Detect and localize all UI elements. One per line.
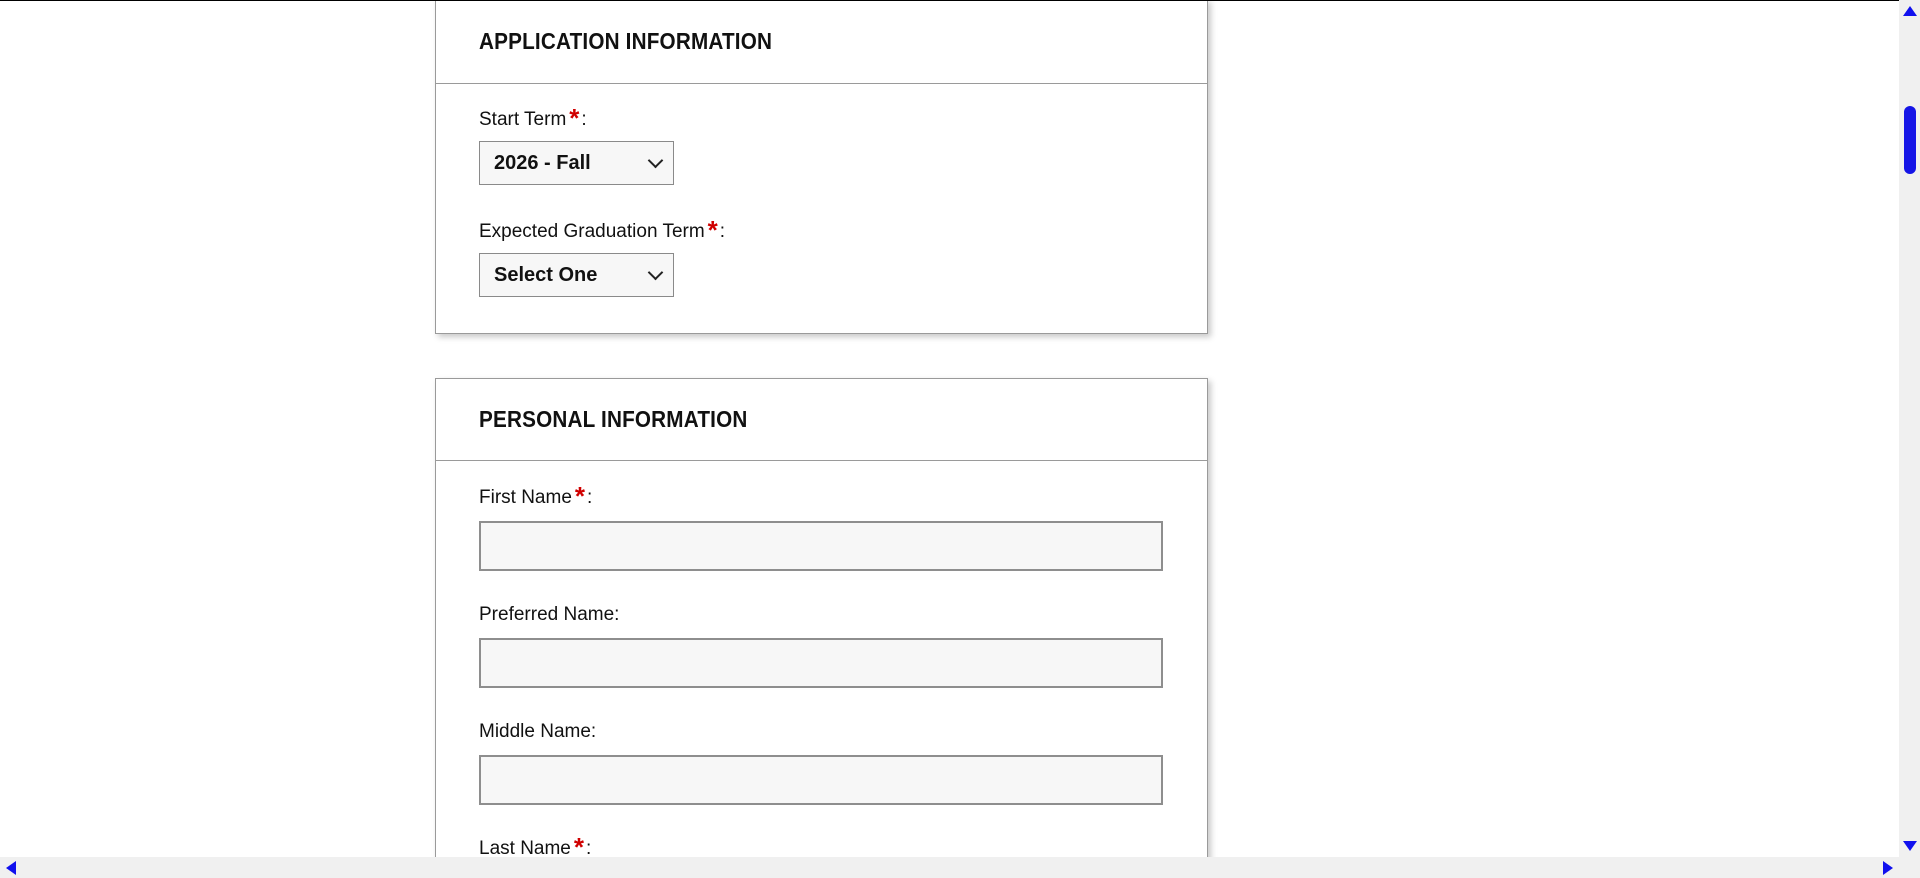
chevron-down-icon <box>647 152 664 169</box>
chevron-down-icon <box>647 264 664 281</box>
horizontal-scrollbar[interactable] <box>0 857 1920 878</box>
start-term-field: Start Term *: 2026 - Fall <box>479 105 674 185</box>
arrow-left-icon[interactable] <box>6 861 16 875</box>
application-information-title: APPLICATION INFORMATION <box>479 28 773 54</box>
required-asterisk: * <box>707 215 718 245</box>
label-colon: : <box>719 221 726 242</box>
first-name-field: First Name *: <box>479 483 1163 571</box>
last-name-field: Last Name *: <box>479 834 592 857</box>
start-term-label: Start Term *: <box>479 105 674 132</box>
personal-information-header: PERSONAL INFORMATION <box>436 379 1207 461</box>
start-term-label-text: Start Term <box>479 109 567 130</box>
middle-name-field: Middle Name: <box>479 720 1163 805</box>
last-name-label: Last Name *: <box>479 834 592 857</box>
personal-information-title: PERSONAL INFORMATION <box>479 406 748 432</box>
personal-information-card: PERSONAL INFORMATION First Name *: Prefer… <box>435 378 1208 857</box>
required-asterisk: * <box>573 832 584 857</box>
vertical-scrollbar-thumb[interactable] <box>1904 106 1916 174</box>
required-asterisk: * <box>569 103 580 133</box>
graduation-term-selected-value: Select One <box>494 263 598 286</box>
middle-name-label: Middle Name: <box>479 721 597 742</box>
preferred-name-label: Preferred Name: <box>479 604 620 625</box>
start-term-select[interactable]: 2026 - Fall <box>479 141 674 185</box>
first-name-input[interactable] <box>479 521 1163 571</box>
vertical-scrollbar[interactable] <box>1899 0 1920 857</box>
middle-name-input[interactable] <box>479 755 1163 805</box>
label-colon: : <box>581 109 587 130</box>
arrow-right-icon[interactable] <box>1883 861 1893 875</box>
label-colon: : <box>587 487 593 508</box>
application-information-header: APPLICATION INFORMATION <box>436 1 1207 84</box>
label-colon: : <box>586 838 592 857</box>
graduation-term-field: Expected Graduation Term *: Select One <box>479 217 726 297</box>
preferred-name-input[interactable] <box>479 638 1163 688</box>
preferred-name-field: Preferred Name: <box>479 603 1163 688</box>
first-name-label: First Name *: <box>479 483 1163 510</box>
page-viewport: APPLICATION INFORMATION Start Term *: 202… <box>0 0 1899 857</box>
application-information-card: APPLICATION INFORMATION Start Term *: 202… <box>435 1 1208 334</box>
graduation-term-select[interactable]: Select One <box>479 253 674 297</box>
graduation-term-label-text: Expected Graduation Term <box>479 221 705 242</box>
arrow-up-icon[interactable] <box>1903 6 1917 16</box>
arrow-down-icon[interactable] <box>1903 841 1917 851</box>
last-name-label-text: Last Name <box>479 838 571 857</box>
start-term-selected-value: 2026 - Fall <box>494 151 591 174</box>
required-asterisk: * <box>574 481 586 511</box>
first-name-label-text: First Name <box>479 487 572 508</box>
graduation-term-label: Expected Graduation Term *: <box>479 217 726 244</box>
